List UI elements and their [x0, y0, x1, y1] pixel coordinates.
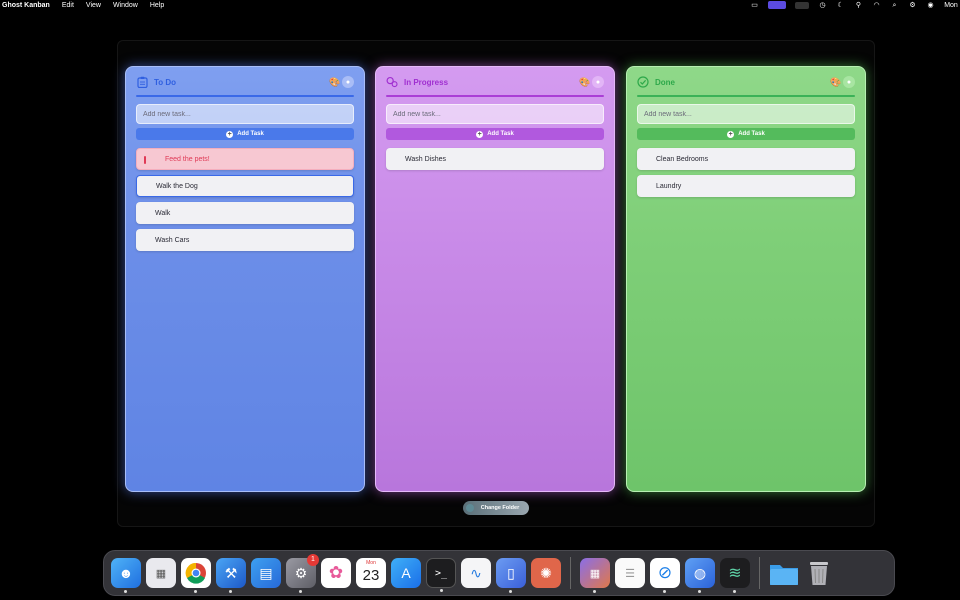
column-header: To Do 🎨 ● [136, 67, 354, 97]
simulator-icon[interactable]: ▯ [496, 558, 526, 593]
screen-record-icon[interactable] [795, 1, 809, 9]
notification-badge: 1 [307, 554, 319, 566]
column-divider [386, 95, 604, 97]
new-task-input[interactable] [386, 104, 604, 124]
trash-icon[interactable] [804, 558, 834, 588]
change-folder-button[interactable]: Change Folder [463, 501, 529, 515]
task-card[interactable]: Walk the Dog [136, 175, 354, 197]
task-list: Wash Dishes [386, 148, 604, 170]
task-text: Clean Bedrooms [656, 155, 709, 163]
change-folder-label: Change Folder [480, 505, 520, 511]
task-list: Feed the pets! Walk the Dog Walk Wash Ca… [136, 148, 354, 251]
task-text: Laundry [656, 182, 682, 190]
app-store-icon[interactable]: A [391, 558, 421, 588]
dock-separator [759, 557, 760, 589]
xcode-icon[interactable]: ⚒ [216, 558, 246, 593]
column-in-progress: In Progress 🎨 ● + Add Task Wash Dishes [375, 66, 615, 492]
gears-icon [386, 76, 398, 88]
task-card[interactable]: Wash Cars [136, 229, 354, 251]
chrome-icon[interactable] [181, 558, 211, 593]
finder-icon[interactable]: ☻ [111, 558, 141, 593]
task-text: Walk the Dog [156, 182, 198, 190]
new-task-input[interactable] [637, 104, 855, 124]
menu-edit[interactable]: Edit [62, 2, 74, 9]
photos-icon[interactable]: ✿ [321, 558, 351, 588]
column-title: In Progress [404, 77, 449, 87]
siri-icon[interactable]: ◉ [926, 2, 935, 9]
ghost-kanban-menu-icon[interactable] [768, 1, 786, 9]
task-text: Feed the pets! [165, 155, 210, 163]
accessibility-icon[interactable]: ⚲ [854, 2, 863, 9]
notes-icon[interactable]: ☰ [615, 558, 645, 588]
column-done: Done 🎨 ● + Add Task Clean Bedrooms Laund… [626, 66, 866, 492]
system-settings-icon[interactable]: ⚙ 1 [286, 554, 319, 593]
focus-moon-icon[interactable]: ☾ [836, 2, 845, 9]
display-icon[interactable]: ▭ [750, 2, 759, 9]
task-list: Clean Bedrooms Laundry [637, 148, 855, 197]
column-title: Done [655, 77, 675, 87]
add-task-label: Add Task [487, 131, 514, 137]
spotlight-search-icon[interactable]: ⌕ [890, 2, 899, 9]
downloads-folder-icon[interactable] [769, 558, 799, 588]
plus-icon: + [226, 130, 234, 138]
stack-icon[interactable]: ≋ [720, 558, 750, 593]
claude-icon[interactable]: ✺ [531, 558, 561, 588]
menu-view[interactable]: View [86, 2, 101, 9]
safari-icon[interactable]: ⊘ [650, 558, 680, 593]
ghost-kanban-icon[interactable]: ◍ [685, 558, 715, 593]
plus-icon: + [476, 130, 484, 138]
menu-help[interactable]: Help [150, 2, 164, 9]
wifi-icon[interactable]: ◠ [872, 2, 881, 9]
task-text: Walk [155, 209, 171, 217]
add-task-button[interactable]: + Add Task [386, 128, 604, 140]
column-divider [136, 95, 354, 97]
folder-dot-icon [466, 504, 474, 512]
column-todo: To Do 🎨 ● + Add Task Feed the pets! Walk… [125, 66, 365, 492]
task-card[interactable]: Laundry [637, 175, 855, 197]
clipboard-icon [136, 76, 148, 88]
add-task-button[interactable]: + Add Task [136, 128, 354, 140]
task-text: Wash Dishes [405, 155, 446, 163]
column-header: In Progress 🎨 ● [386, 67, 604, 97]
control-center-icon[interactable]: ⚙ [908, 2, 917, 9]
terminal-icon[interactable]: >_ [426, 558, 456, 592]
task-card[interactable]: Clean Bedrooms [637, 148, 855, 170]
dock: ☻ ▦ ⚒ ▤ ⚙ 1 ✿ Mon 23 A >_ ∿ ▯ ✺ ▦ ☰ ⊘ ◍ ≋ [103, 550, 895, 596]
column-options-button[interactable]: ● [592, 76, 604, 88]
calendar-month: Mon [366, 560, 376, 566]
column-divider [637, 95, 855, 97]
palette-icon[interactable]: 🎨 [830, 77, 841, 87]
task-card[interactable]: Wash Dishes [386, 148, 604, 170]
plus-icon: + [727, 130, 735, 138]
task-card[interactable]: Feed the pets! [136, 148, 354, 170]
palette-icon[interactable]: 🎨 [329, 77, 340, 87]
column-options-button[interactable]: ● [342, 76, 354, 88]
clock[interactable]: Mon [944, 2, 958, 9]
screens-icon[interactable]: ▦ [580, 558, 610, 593]
task-text: Wash Cars [155, 236, 190, 244]
freeform-icon[interactable]: ∿ [461, 558, 491, 588]
dock-separator [570, 557, 571, 589]
status-area: ▭ ◷ ☾ ⚲ ◠ ⌕ ⚙ ◉ Mon [750, 0, 958, 10]
calendar-day: 23 [362, 567, 380, 584]
add-task-label: Add Task [738, 131, 765, 137]
column-title: To Do [154, 77, 177, 87]
add-task-button[interactable]: + Add Task [637, 128, 855, 140]
column-header: Done 🎨 ● [637, 67, 855, 97]
menu-window[interactable]: Window [113, 2, 138, 9]
checkmark-circle-icon [637, 76, 649, 88]
timer-icon[interactable]: ◷ [818, 2, 827, 9]
priority-flag-icon [144, 156, 146, 164]
task-card[interactable]: Walk [136, 202, 354, 224]
calendar-icon[interactable]: Mon 23 [356, 558, 386, 588]
add-task-label: Add Task [237, 131, 264, 137]
palette-icon[interactable]: 🎨 [579, 77, 590, 87]
launchpad-icon[interactable]: ▦ [146, 558, 176, 588]
menu-bar: Ghost Kanban Edit View Window Help ▭ ◷ ☾… [0, 0, 960, 10]
new-task-input[interactable] [136, 104, 354, 124]
app-menu[interactable]: Ghost Kanban [2, 2, 50, 9]
files-icon[interactable]: ▤ [251, 558, 281, 588]
column-options-button[interactable]: ● [843, 76, 855, 88]
